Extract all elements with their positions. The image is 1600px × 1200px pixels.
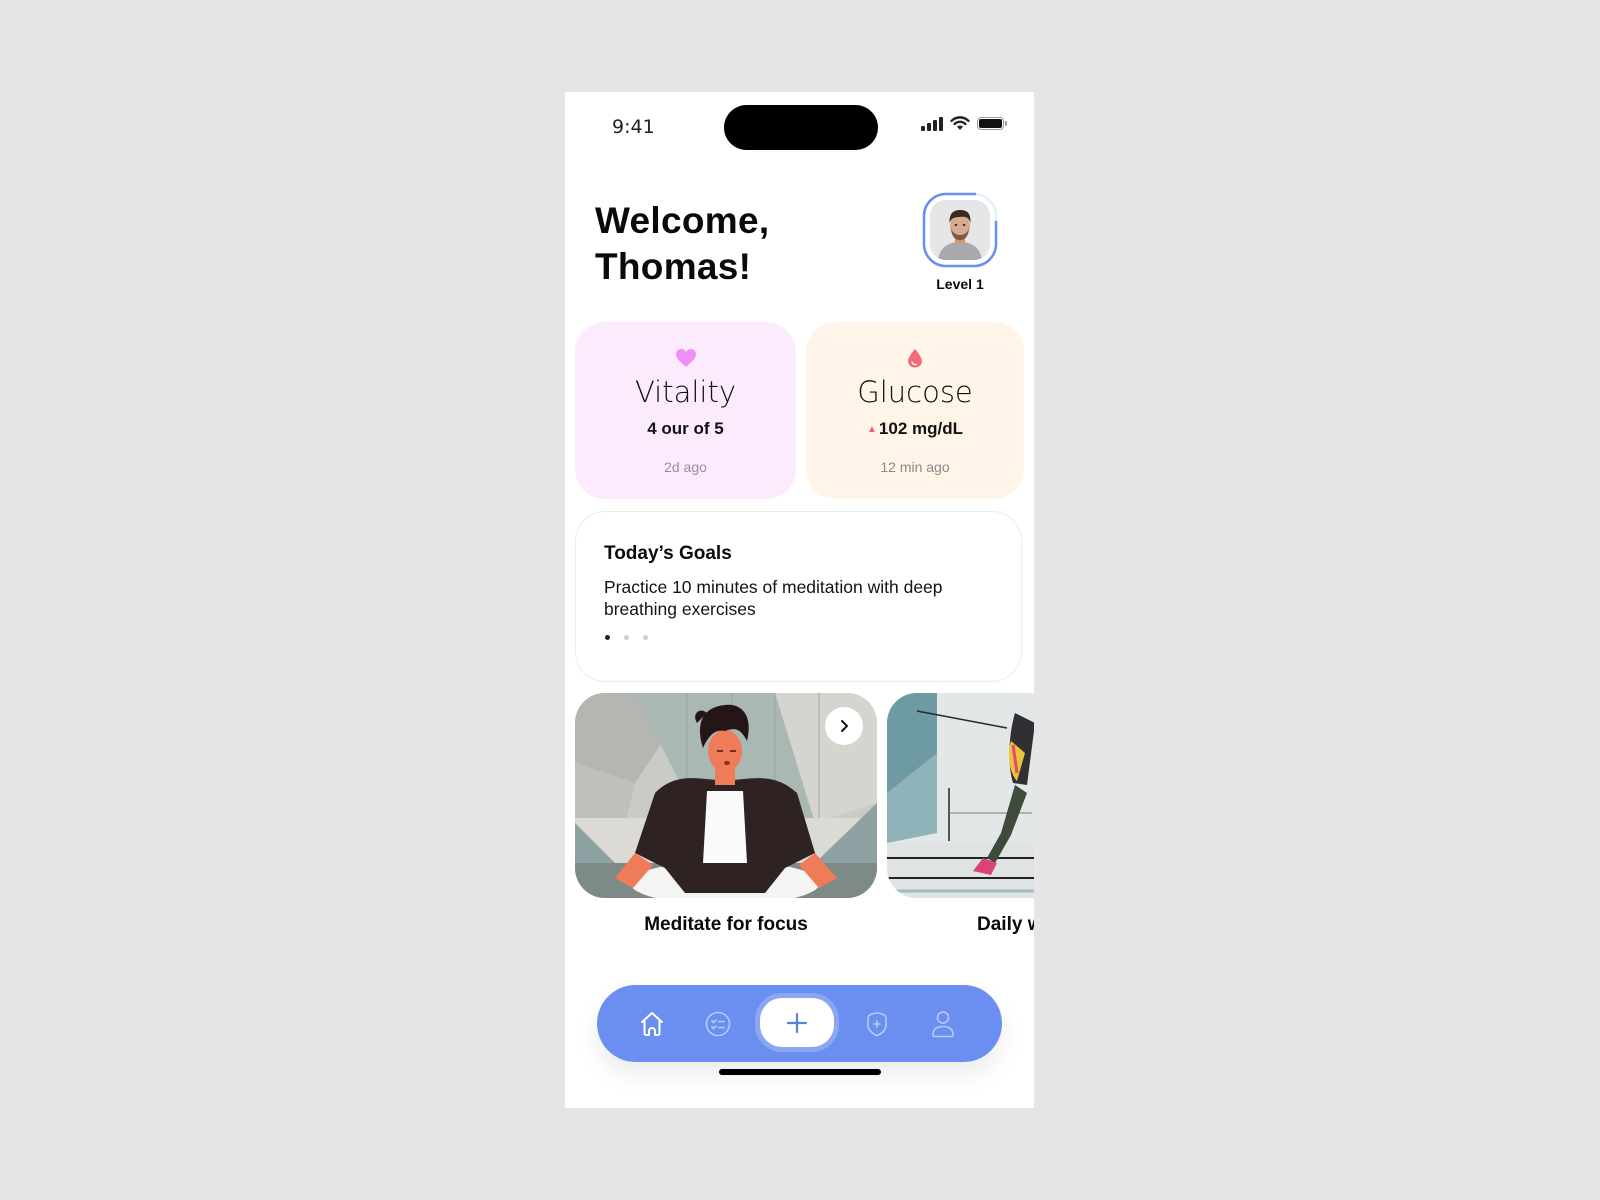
nav-profile[interactable] (918, 985, 968, 1062)
running-illustration (887, 693, 1034, 898)
media-label: Meditate for focus (644, 914, 808, 935)
metric-title: Glucose (857, 375, 973, 409)
nav-home[interactable] (627, 985, 677, 1062)
cellular-signal-icon (921, 116, 943, 131)
plus-icon (786, 1012, 808, 1033)
nav-tasks[interactable] (693, 985, 743, 1062)
greeting-line-1: Welcome, (595, 200, 770, 241)
goals-title: Today’s Goals (604, 543, 732, 564)
goals-text: Practice 10 minutes of meditation with d… (604, 577, 943, 619)
welcome-heading: Welcome, Thomas! (595, 198, 769, 290)
blood-drop-icon (908, 349, 922, 368)
avatar (930, 200, 990, 260)
pagination-dots (605, 635, 648, 640)
shield-plus-icon (867, 1011, 887, 1036)
status-time: 9:41 (612, 116, 655, 138)
meditation-illustration (575, 693, 877, 898)
page-dot-2[interactable] (624, 635, 629, 640)
media-label: Daily walk (977, 914, 1034, 935)
todays-goals-card[interactable]: Today’s Goals Practice 10 minutes of med… (575, 511, 1022, 682)
wifi-icon (950, 116, 970, 130)
heart-icon (675, 349, 696, 367)
glucose-card[interactable]: Glucose ▲ 102 mg/dL 12 min ago (806, 322, 1024, 499)
dynamic-island (724, 105, 878, 150)
checklist-icon (705, 1011, 731, 1036)
user-avatar-photo (930, 200, 990, 260)
vitality-card[interactable]: Vitality 4 our of 5 2d ago (575, 322, 796, 499)
metric-title: Vitality (634, 375, 737, 409)
page-dot-1[interactable] (605, 635, 610, 640)
page-dot-3[interactable] (643, 635, 648, 640)
metric-updated: 2d ago (664, 459, 707, 475)
home-indicator[interactable] (719, 1069, 881, 1075)
status-icons (921, 116, 1007, 131)
metric-value: 102 mg/dL (878, 419, 963, 438)
nav-add-button[interactable] (760, 998, 834, 1047)
bottom-nav (597, 985, 1002, 1062)
metric-value-row: ▲ 102 mg/dL (806, 419, 1024, 439)
user-icon (932, 1010, 954, 1037)
metric-value: 4 our of 5 (647, 419, 724, 438)
battery-icon (977, 117, 1007, 130)
chevron-right-icon (841, 720, 848, 732)
media-card-daily-walk[interactable]: Daily walk (887, 693, 1034, 936)
up-triangle-icon: ▲ (867, 424, 877, 435)
home-icon (641, 1011, 663, 1036)
greeting-name: Thomas! (595, 246, 752, 287)
phone-screen: 9:41 Welcome, Thomas! Level 1 Vitality 4… (565, 92, 1034, 1108)
profile-avatar-button[interactable] (922, 192, 998, 268)
media-card-meditate[interactable]: Meditate for focus (575, 693, 877, 936)
metric-updated: 12 min ago (880, 459, 950, 475)
open-session-button[interactable] (825, 707, 863, 745)
nav-health[interactable] (852, 985, 902, 1062)
level-label: Level 1 (936, 276, 984, 292)
